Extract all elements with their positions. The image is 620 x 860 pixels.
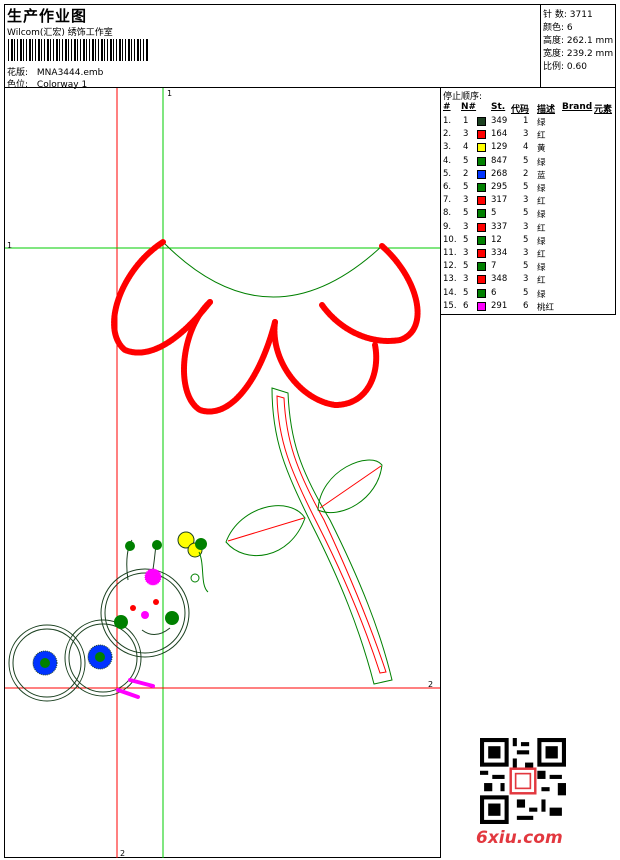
guide-label-h2: 2 bbox=[428, 680, 433, 689]
head-details bbox=[114, 540, 179, 629]
site-watermark: 6xiu.com bbox=[476, 828, 563, 848]
bee bbox=[177, 531, 209, 593]
guide-label-h1: 1 bbox=[7, 241, 12, 250]
petal-mid-left bbox=[181, 299, 278, 415]
petal-left bbox=[111, 239, 213, 356]
guide-label-v1: 1 bbox=[167, 89, 172, 98]
design-drawing: 1 1 2 2 bbox=[5, 88, 440, 858]
leaf-right bbox=[317, 459, 383, 514]
qr-code bbox=[480, 738, 566, 824]
flower-center-arc bbox=[162, 241, 383, 298]
leaf-left bbox=[225, 505, 306, 557]
petal-right bbox=[319, 243, 421, 344]
mouth bbox=[141, 627, 171, 635]
flower-petals bbox=[111, 239, 421, 415]
guide-label-v2: 2 bbox=[120, 849, 125, 858]
leaf-right-vein bbox=[319, 465, 382, 509]
body-flowers bbox=[32, 644, 113, 676]
stem-outline bbox=[271, 387, 393, 685]
qr-center-logo bbox=[509, 767, 537, 795]
caterpillar bbox=[8, 539, 190, 702]
